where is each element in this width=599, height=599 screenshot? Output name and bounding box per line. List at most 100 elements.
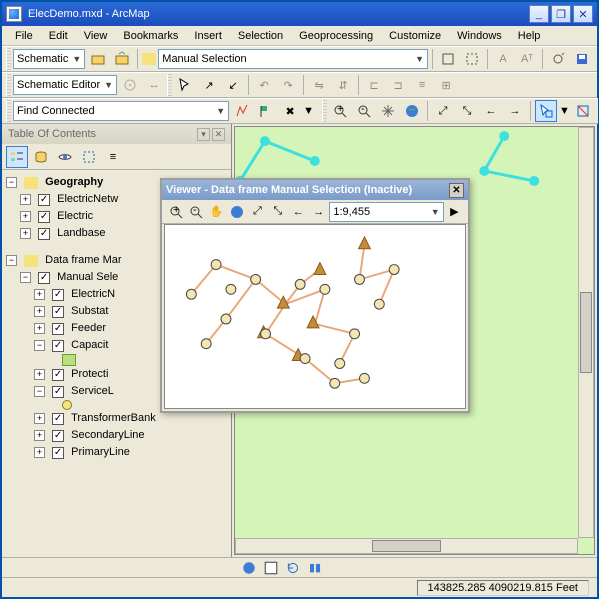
schematic-layer-dropdown[interactable]: Manual Selection▼	[158, 49, 428, 69]
menu-geoprocessing[interactable]: Geoprocessing	[292, 28, 380, 44]
menu-file[interactable]: File	[8, 28, 40, 44]
viewer-scale-dropdown[interactable]: 1:9,455▼	[329, 202, 443, 222]
viewer-canvas[interactable]	[164, 224, 466, 409]
menu-selection[interactable]: Selection	[231, 28, 290, 44]
schematic-menu[interactable]: Schematic▼	[13, 49, 85, 69]
pause-icon[interactable]: ▮▮	[306, 560, 324, 576]
full-extent-icon[interactable]	[227, 201, 246, 223]
edit-target-icon[interactable]	[119, 74, 141, 96]
grip[interactable]	[6, 74, 11, 96]
menu-edit[interactable]: Edit	[42, 28, 75, 44]
toc-close-icon[interactable]: ✕	[212, 128, 225, 141]
grip[interactable]	[322, 100, 327, 122]
titlebar[interactable]: ElecDemo.mxd - ArcMap _ ❐ ✕	[2, 2, 597, 26]
menu-view[interactable]: View	[77, 28, 115, 44]
fixed-zoom-in-icon[interactable]: ⤢	[248, 201, 267, 223]
decrease-symbol-icon[interactable]	[547, 48, 569, 70]
select-features-icon[interactable]	[535, 100, 557, 122]
save-edits-icon[interactable]	[571, 48, 593, 70]
menu-bookmarks[interactable]: Bookmarks	[116, 28, 185, 44]
grip[interactable]	[6, 48, 11, 70]
flip-v-icon[interactable]: ⇵	[332, 74, 354, 96]
viewer-window[interactable]: Viewer - Data frame Manual Selection (In…	[160, 178, 470, 413]
pan-icon[interactable]	[377, 100, 399, 122]
prev-extent-icon[interactable]: ←	[289, 201, 308, 223]
options-icon[interactable]: ≡	[102, 146, 124, 168]
grip[interactable]	[167, 74, 172, 96]
schematic-editor-menu[interactable]: Schematic Editor▼	[13, 75, 117, 95]
update-diagram-icon[interactable]	[111, 48, 133, 70]
svg-text:+: +	[173, 204, 179, 216]
pan-icon[interactable]: ✋	[207, 201, 226, 223]
minimize-button[interactable]: _	[529, 5, 549, 23]
menu-insert[interactable]: Insert	[187, 28, 229, 44]
restore-button[interactable]: ❐	[551, 5, 571, 23]
menubar: File Edit View Bookmarks Insert Selectio…	[2, 26, 597, 46]
rotate-left-icon[interactable]: ↶	[253, 74, 275, 96]
align-center-icon[interactable]: ≡	[411, 74, 433, 96]
next-extent-icon[interactable]: →	[504, 100, 526, 122]
trace-task-dropdown[interactable]: Find Connected▼	[13, 101, 229, 121]
zoom-in-icon[interactable]: +	[329, 100, 351, 122]
rotate-right-icon[interactable]: ↷	[277, 74, 299, 96]
text-a-icon[interactable]: A	[492, 48, 514, 70]
toc-title-text: Table Of Contents	[8, 128, 96, 140]
list-by-visibility-icon[interactable]	[54, 146, 76, 168]
scrollbar-vertical[interactable]	[578, 127, 594, 538]
text-a2-icon[interactable]: Aᵀ	[516, 48, 538, 70]
menu-windows[interactable]: Windows	[450, 28, 509, 44]
app-title: ElecDemo.mxd - ArcMap	[28, 8, 529, 20]
align-left-icon[interactable]: ⊏	[363, 74, 385, 96]
tree-layer[interactable]: + PrimaryLine	[6, 444, 227, 461]
barrier-icon[interactable]: ✖	[279, 100, 301, 122]
viewer-close-icon[interactable]: ✕	[449, 183, 464, 198]
svg-text:-: -	[361, 103, 365, 115]
scrollbar-horizontal[interactable]	[235, 538, 578, 554]
prev-extent-icon[interactable]: ←	[480, 100, 502, 122]
solve-icon[interactable]	[231, 100, 253, 122]
arrow-ne-icon[interactable]: ↗	[198, 74, 220, 96]
fixed-zoom-in-icon[interactable]: ⤢	[432, 100, 454, 122]
zoom-out-icon[interactable]: -	[353, 100, 375, 122]
status-bar: 143825.285 4090219.815 Feet	[2, 577, 597, 597]
grip[interactable]	[6, 100, 11, 122]
viewer-title-text: Viewer - Data frame Manual Selection (In…	[166, 184, 412, 196]
flip-h-icon[interactable]: ⇋	[308, 74, 330, 96]
list-by-source-icon[interactable]	[30, 146, 52, 168]
view-switch-bar: ▮▮	[2, 557, 597, 577]
layer-icon	[142, 53, 156, 65]
window-buttons: _ ❐ ✕	[529, 5, 593, 23]
layout-view-icon[interactable]	[262, 560, 280, 576]
fixed-zoom-out-icon[interactable]: ⤡	[456, 100, 478, 122]
menu-customize[interactable]: Customize	[382, 28, 448, 44]
list-by-drawing-icon[interactable]	[6, 146, 28, 168]
toolbar-tools: + - ⤢ ⤡ ← → ▼	[318, 98, 598, 124]
list-by-selection-icon[interactable]	[78, 146, 100, 168]
full-extent-icon[interactable]	[401, 100, 423, 122]
generate-diagram-icon[interactable]	[87, 48, 109, 70]
viewer-titlebar[interactable]: Viewer - Data frame Manual Selection (In…	[162, 180, 468, 200]
align-right-icon[interactable]: ⊐	[387, 74, 409, 96]
tree-layer[interactable]: + SecondaryLine	[6, 427, 227, 444]
clear-selection-icon[interactable]	[572, 100, 594, 122]
refresh-icon[interactable]	[284, 560, 302, 576]
distribute-icon[interactable]: ⊞	[435, 74, 457, 96]
propagate-schematic-icon[interactable]	[461, 48, 483, 70]
viewer-more-icon[interactable]: ▶	[445, 201, 464, 223]
toolbar-editor: Schematic Editor▼ ↔ ↗ ↙ ↶ ↷ ⇋ ⇵ ⊏ ⊐ ≡ ⊞	[2, 72, 597, 98]
toc-pin-icon[interactable]: ▾	[197, 128, 210, 141]
zoom-out-icon[interactable]: -	[186, 201, 205, 223]
close-button[interactable]: ✕	[573, 5, 593, 23]
fixed-zoom-out-icon[interactable]: ⤡	[268, 201, 287, 223]
move-icon[interactable]: ↔	[143, 74, 165, 96]
toc-titlebar[interactable]: Table Of Contents ▾✕	[2, 124, 231, 144]
propagate-map-icon[interactable]	[437, 48, 459, 70]
flag-icon[interactable]	[255, 100, 277, 122]
zoom-in-icon[interactable]: +	[166, 201, 185, 223]
select-icon[interactable]	[174, 74, 196, 96]
next-extent-icon[interactable]: →	[309, 201, 328, 223]
data-view-icon[interactable]	[240, 560, 258, 576]
menu-help[interactable]: Help	[511, 28, 548, 44]
arrow-sw-icon[interactable]: ↙	[222, 74, 244, 96]
svg-text:-: -	[193, 204, 197, 216]
